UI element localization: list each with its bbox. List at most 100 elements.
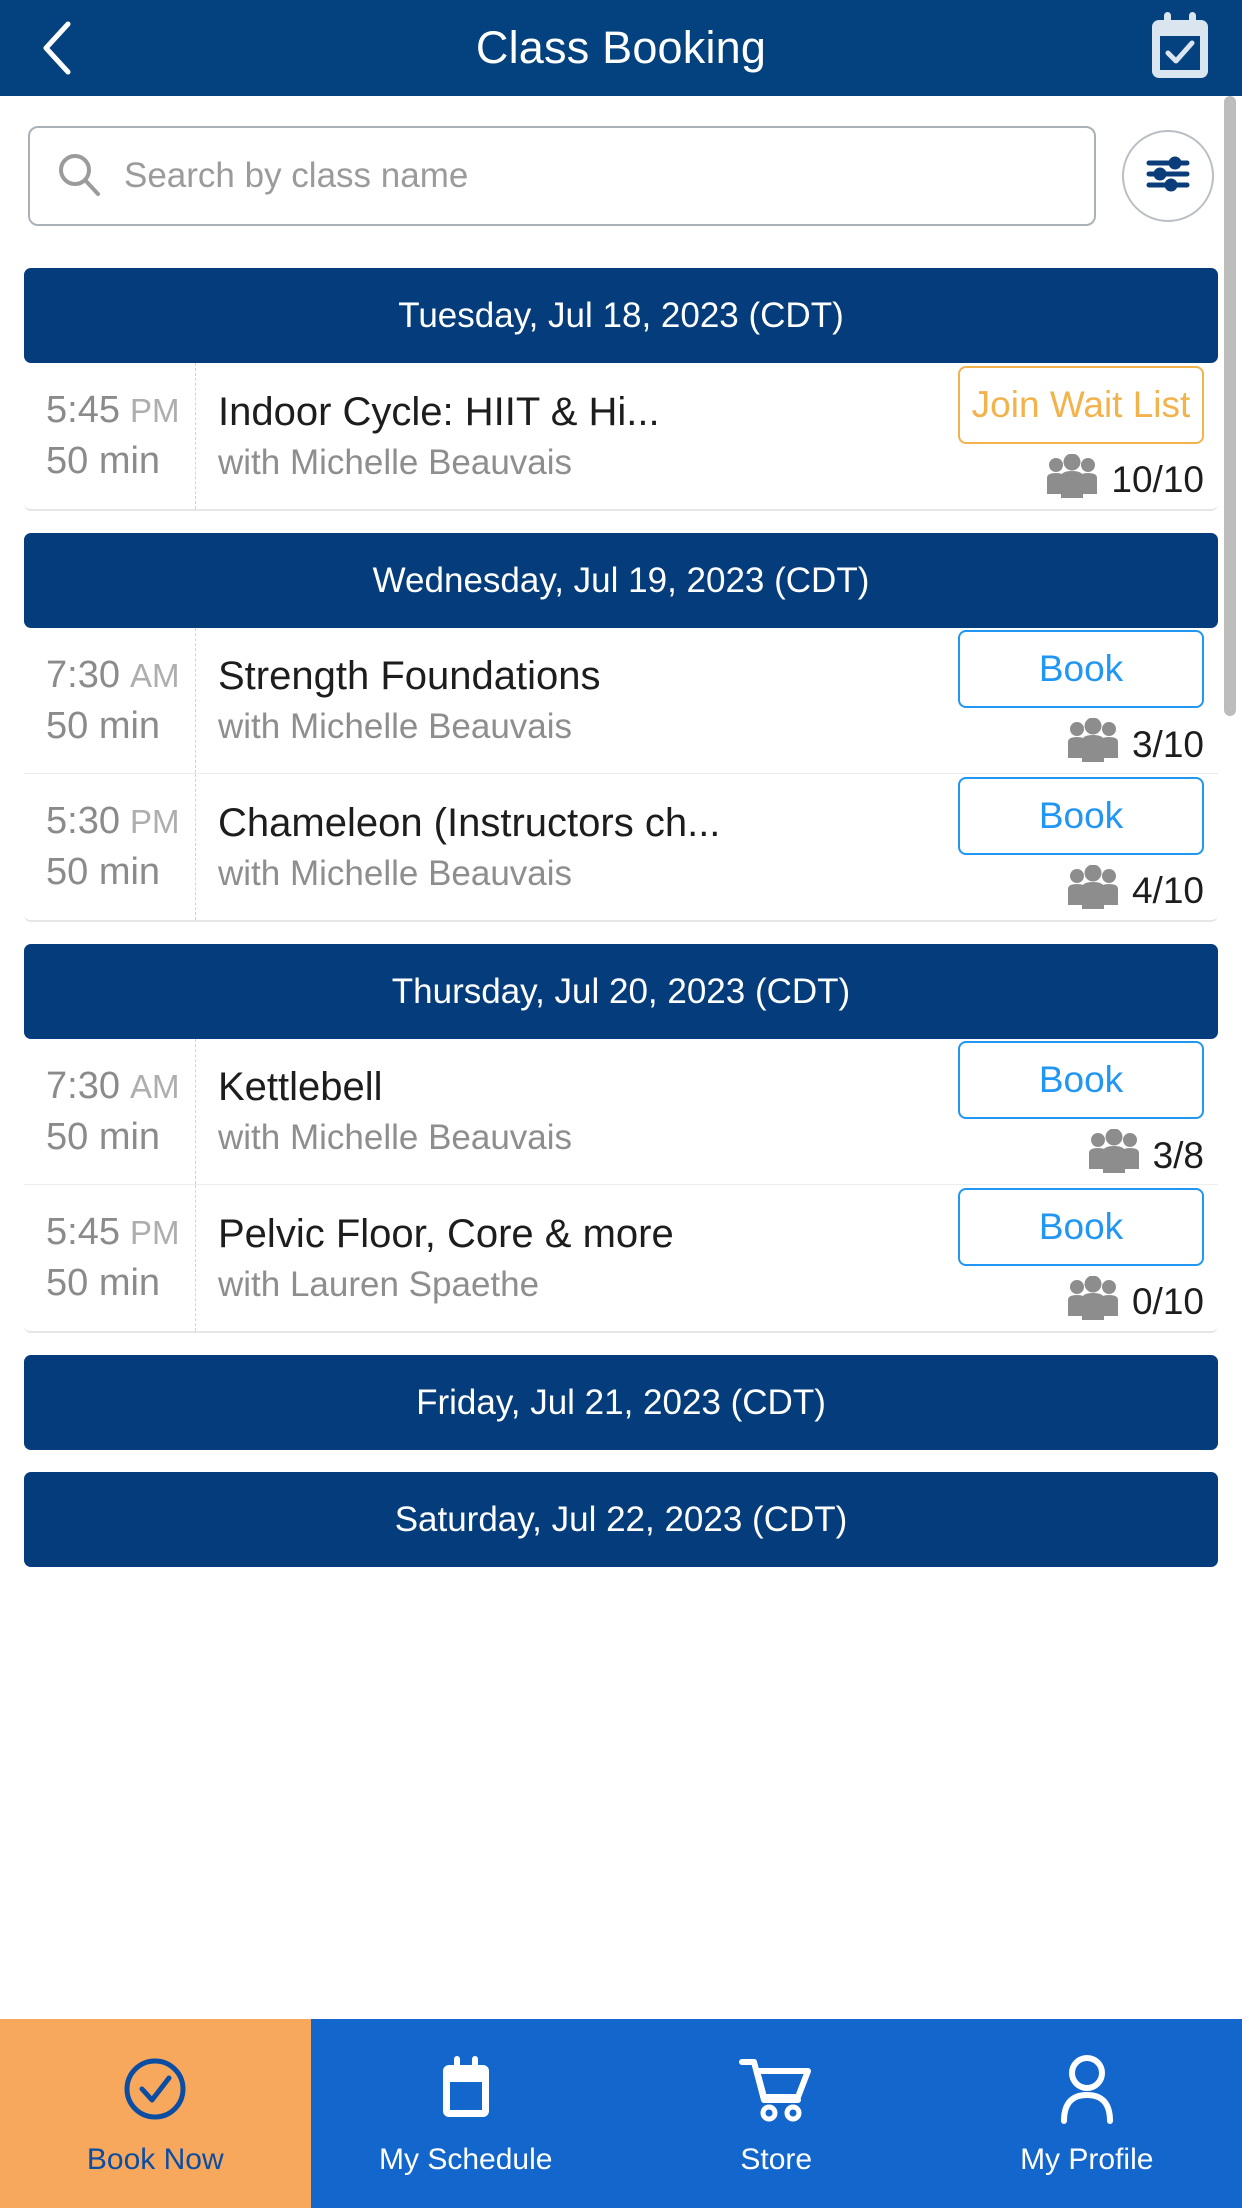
class-list-scroll-area[interactable]: Tuesday, Jul 18, 2023 (CDT)5:45PM50 minI… — [0, 96, 1242, 2019]
class-time: 7:30 AM — [46, 1065, 179, 1108]
class-info-column: Chameleon (Instructors ch... with Michell… — [196, 774, 950, 920]
calendar-button[interactable] — [1144, 10, 1216, 87]
day-class-card: 7:30 AM 50 min Strength Foundations with Mic… — [24, 628, 1218, 922]
people-icon — [1087, 1128, 1141, 1182]
class-name: Indoor Cycle: HIIT & Hi... — [218, 389, 660, 434]
class-time-column: 7:30 AM 50 min — [24, 1039, 196, 1184]
nav-item-label: Store — [740, 2142, 813, 2176]
class-capacity: 3/8 — [1087, 1128, 1204, 1182]
day-class-card: 7:30 AM 50 min Kettlebell with Michelle Beau… — [24, 1039, 1218, 1333]
class-capacity: 10/10 — [1045, 453, 1204, 507]
class-instructor: with Lauren Spaethe — [218, 1264, 540, 1304]
back-button[interactable] — [26, 16, 90, 80]
people-icon — [1066, 864, 1120, 918]
class-capacity-value: 10/10 — [1111, 459, 1204, 500]
class-name: Chameleon (Instructors ch... — [218, 800, 721, 845]
class-capacity: 3/10 — [1066, 717, 1204, 771]
day-header: Friday, Jul 21, 2023 (CDT) — [24, 1355, 1218, 1450]
class-name: Pelvic Floor, Core & more — [218, 1211, 674, 1256]
class-time-meridiem: PM — [129, 803, 180, 840]
people-icon — [1045, 453, 1099, 507]
class-instructor: with Michelle Beauvais — [218, 707, 573, 746]
sliders-filter-icon — [1143, 151, 1193, 202]
class-info-column: Pelvic Floor, Core & more with Lauren Spa… — [196, 1185, 950, 1331]
book-button[interactable]: Book — [958, 630, 1204, 708]
day-class-card: 5:45 PM 50 min Indoor Cycle: HIIT & Hi... wi… — [24, 363, 1218, 511]
search-icon — [56, 151, 102, 202]
user-icon — [1055, 2051, 1119, 2127]
class-row[interactable]: 7:30 AM 50 min Kettlebell with Michelle Beau… — [24, 1039, 1218, 1185]
search-input[interactable] — [124, 156, 1068, 196]
day-header: Saturday, Jul 22, 2023 (CDT) — [24, 1472, 1218, 1567]
class-time-meridiem: AM — [129, 656, 180, 694]
class-row[interactable]: 7:30 AM 50 min Strength Foundations with Mic… — [24, 628, 1218, 774]
class-info-column: Indoor Cycle: HIIT & Hi... with Michelle … — [196, 363, 950, 509]
class-action-column: Book 3/8 — [950, 1039, 1218, 1184]
class-action-column: Book 3/10 — [950, 628, 1218, 773]
nav-item-label: My Profile — [1020, 2142, 1154, 2176]
class-capacity-value: 4/10 — [1131, 870, 1204, 911]
class-name: Strength Foundations — [218, 654, 601, 698]
nav-item-my-profile[interactable]: My Profile — [932, 2019, 1242, 2208]
calendar-check-icon — [1147, 10, 1213, 87]
app-header: Class Booking — [0, 0, 1242, 96]
class-capacity-value: 3/8 — [1152, 1134, 1204, 1176]
class-row[interactable]: 5:45 PM 50 min Pelvic Floor, Core & more wit… — [24, 1185, 1218, 1331]
filter-button[interactable] — [1122, 130, 1214, 222]
class-time-column: 5:30 PM 50 min — [24, 774, 196, 920]
class-time-meridiem: AM — [129, 1067, 180, 1105]
people-icon — [1066, 717, 1120, 771]
chevron-left-icon — [38, 18, 78, 78]
day-list: Tuesday, Jul 18, 2023 (CDT) 5:45 PM 50 min I… — [0, 268, 1242, 1567]
class-instructor: with Michelle Beauvais — [218, 853, 573, 893]
class-time-meridiem: PM — [129, 1214, 180, 1251]
calendar-icon — [435, 2051, 497, 2127]
class-time: 5:45 PM — [46, 389, 179, 432]
class-duration: 50 min — [46, 704, 161, 747]
class-time-value: 5:45 — [46, 389, 120, 431]
nav-item-book-now[interactable]: Book Now — [0, 2019, 311, 2208]
class-capacity-value: 3/10 — [1131, 723, 1204, 765]
people-icon — [1066, 1275, 1120, 1329]
class-time: 7:30 AM — [46, 654, 179, 697]
class-name: Kettlebell — [218, 1065, 383, 1109]
nav-item-store[interactable]: Store — [621, 2019, 932, 2208]
class-action-column: Join Wait List 10/10 — [950, 363, 1218, 509]
class-time-column: 7:30 AM 50 min — [24, 628, 196, 773]
page-title: Class Booking — [475, 22, 767, 73]
class-time-column: 5:45 PM 50 min — [24, 1185, 196, 1331]
join-wait-list-button[interactable]: Join Wait List — [958, 365, 1204, 444]
class-duration: 50 min — [46, 1115, 161, 1158]
class-row[interactable]: 5:45 PM 50 min Indoor Cycle: HIIT & Hi... wi… — [24, 363, 1218, 509]
class-capacity: 0/10 — [1066, 1275, 1204, 1329]
class-time-value: 5:45 — [46, 1211, 120, 1253]
class-time-value: 5:30 — [46, 800, 120, 842]
class-duration: 50 min — [46, 440, 161, 482]
class-action-column: Book 0/10 — [950, 1185, 1218, 1331]
class-duration: 50 min — [46, 1262, 161, 1304]
nav-item-my-schedule[interactable]: My Schedule — [311, 2019, 622, 2208]
class-info-column: Kettlebell with Michelle Beauvais — [196, 1039, 950, 1184]
class-instructor: with Michelle Beauvais — [218, 1118, 573, 1157]
class-capacity: 4/10 — [1066, 864, 1204, 918]
book-button[interactable]: Book — [958, 1041, 1204, 1119]
day-header: Tuesday, Jul 18, 2023 (CDT) — [24, 268, 1218, 363]
class-time: 5:30 PM — [46, 800, 179, 843]
day-header: Thursday, Jul 20, 2023 (CDT) — [24, 944, 1218, 1039]
shopping-cart-icon — [738, 2051, 814, 2127]
nav-item-label: Book Now — [86, 2142, 224, 2176]
book-button[interactable]: Book — [958, 776, 1204, 855]
class-row[interactable]: 5:30 PM 50 min Chameleon (Instructors ch...… — [24, 774, 1218, 920]
search-box[interactable] — [28, 126, 1096, 226]
class-instructor: with Michelle Beauvais — [218, 442, 573, 482]
nav-item-label: My Schedule — [379, 2142, 553, 2176]
bottom-navigation: Book Now My Schedule Store My Profile — [0, 2019, 1242, 2208]
class-info-column: Strength Foundations with Michelle Beauva… — [196, 628, 950, 773]
class-action-column: Book 4/10 — [950, 774, 1218, 920]
class-time-meridiem: PM — [129, 392, 180, 429]
class-time-value: 7:30 — [46, 653, 120, 696]
book-button[interactable]: Book — [958, 1187, 1204, 1266]
scrollbar-thumb[interactable] — [1224, 96, 1236, 716]
day-header: Wednesday, Jul 19, 2023 (CDT) — [24, 533, 1218, 628]
class-time: 5:45 PM — [46, 1211, 179, 1254]
